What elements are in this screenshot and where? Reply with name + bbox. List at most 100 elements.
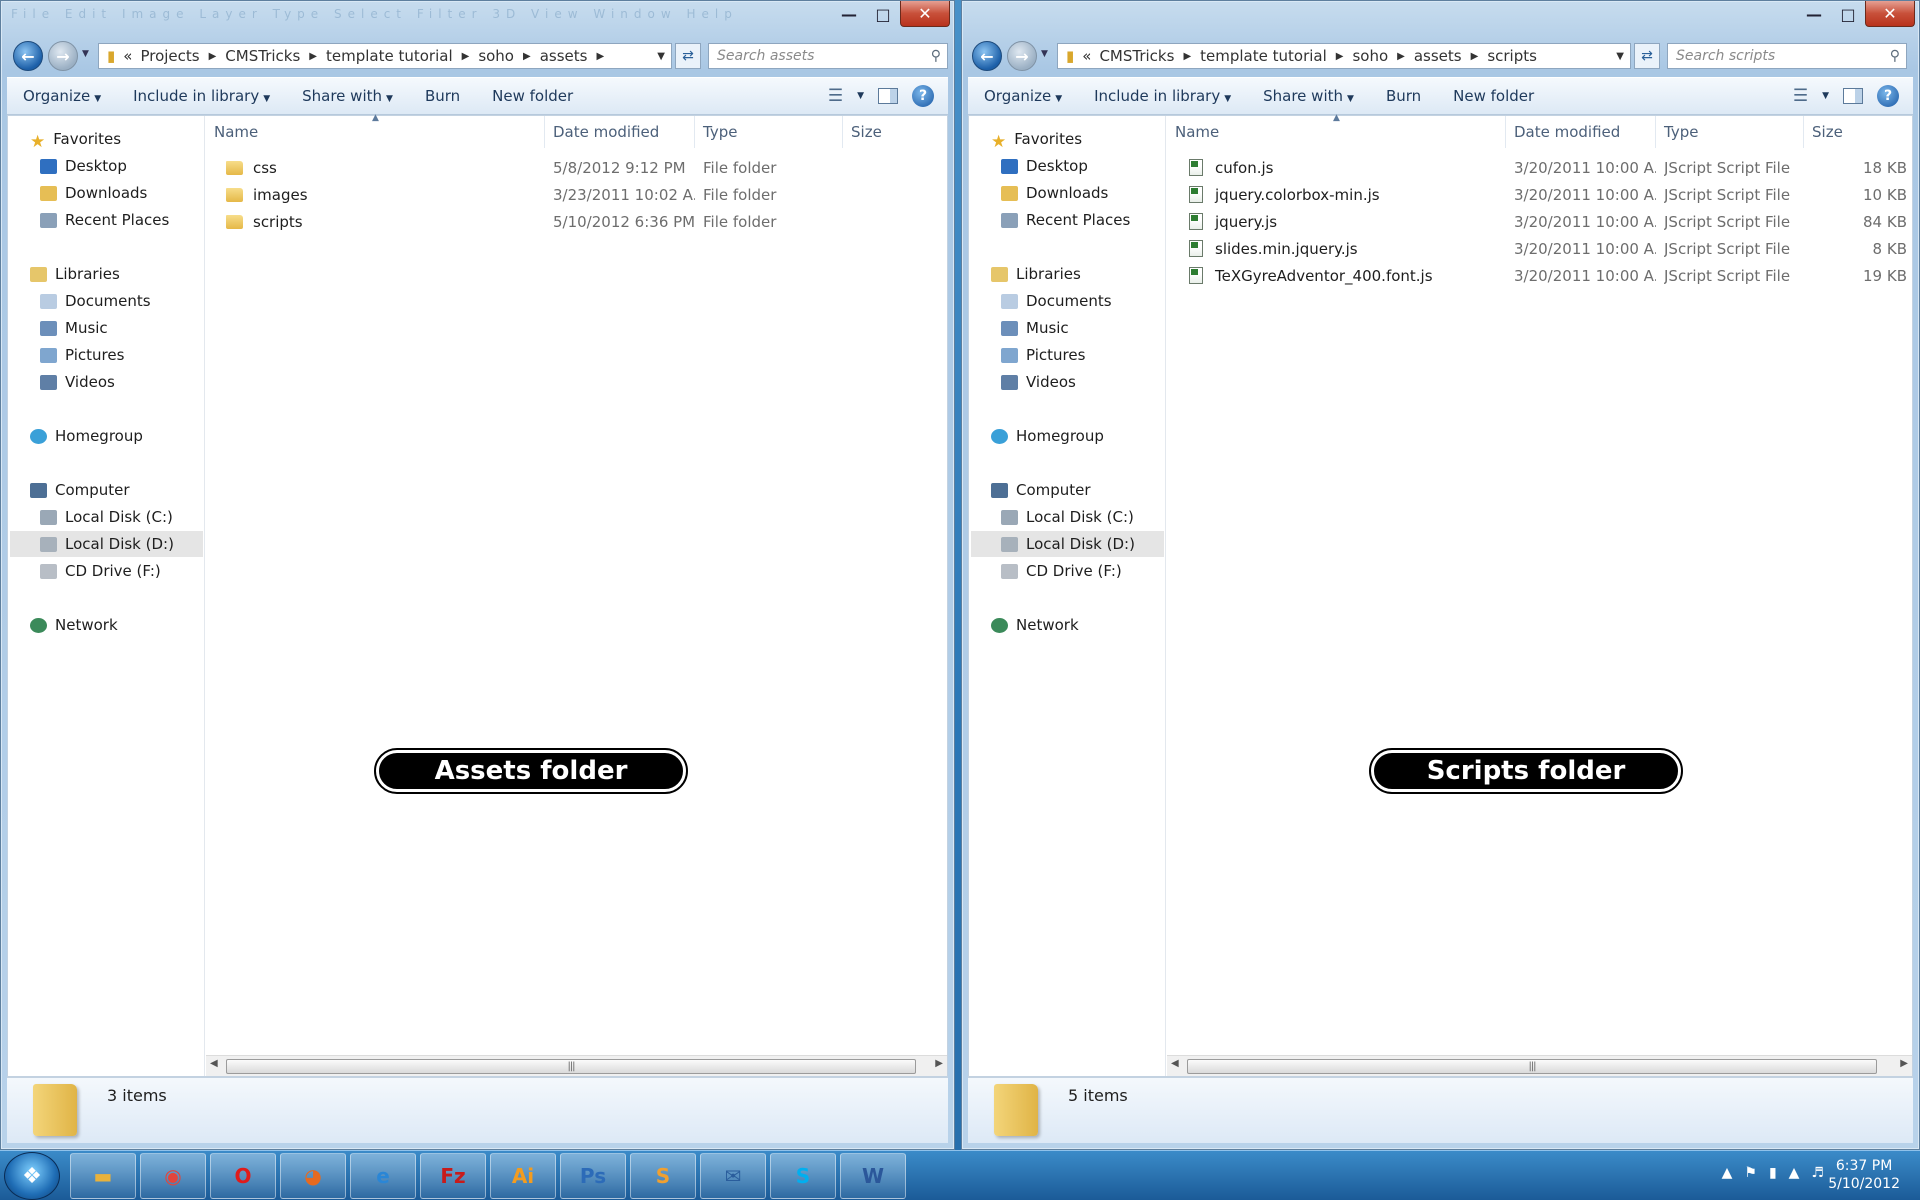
crumb-cmstricks[interactable]: CMSTricks	[1095, 47, 1178, 65]
column-type[interactable]: Type	[695, 116, 843, 148]
share-with-menu[interactable]: Share with ▼	[1247, 87, 1370, 105]
crumb-soho[interactable]: soho	[474, 47, 518, 65]
action-center-flag-icon[interactable]: ⚑	[1744, 1165, 1757, 1181]
nav-local-disk-c[interactable]: Local Disk (C:)	[40, 504, 173, 530]
windows-explorer-taskbar-button[interactable]: ▬	[70, 1153, 136, 1199]
file-row[interactable]: jquery.js 3/20/2011 10:00 A... JScript S…	[1167, 208, 1912, 235]
title-bar[interactable]: File Edit Image Layer Type Select Filter…	[1, 1, 954, 37]
crumb-arrow-icon[interactable]: ▶	[457, 51, 475, 62]
close-button[interactable]: ✕	[900, 1, 950, 27]
burn-button[interactable]: Burn	[409, 87, 476, 105]
crumb-assets[interactable]: assets	[536, 47, 592, 65]
crumb-template-tutorial[interactable]: template tutorial	[1196, 47, 1331, 65]
nav-homegroup[interactable]: Homegroup	[991, 423, 1104, 449]
clock[interactable]: 6:37 PM 5/10/2012	[1828, 1157, 1900, 1193]
include-in-library-menu[interactable]: Include in library ▼	[117, 87, 286, 105]
explorer-window-assets[interactable]: File Edit Image Layer Type Select Filter…	[0, 0, 955, 1150]
crumb-arrow-icon[interactable]: ▶	[1331, 51, 1349, 62]
refresh-button[interactable]: ⇄	[1634, 43, 1660, 69]
filezilla-taskbar-button[interactable]: Fz	[420, 1153, 486, 1199]
nav-pictures[interactable]: Pictures	[40, 342, 124, 368]
opera-taskbar-button[interactable]: O	[210, 1153, 276, 1199]
skype-taskbar-button[interactable]: S	[770, 1153, 836, 1199]
close-button[interactable]: ✕	[1865, 1, 1915, 27]
horizontal-scrollbar[interactable]: ◀ ||| ▶	[1167, 1055, 1912, 1076]
burn-button[interactable]: Burn	[1370, 87, 1437, 105]
view-dropdown-icon[interactable]: ▼	[1822, 91, 1829, 101]
change-view-icon[interactable]: ☰	[828, 86, 843, 106]
nav-cd-drive-f[interactable]: CD Drive (F:)	[40, 558, 161, 584]
help-icon[interactable]: ?	[1877, 85, 1899, 107]
column-type[interactable]: Type	[1656, 116, 1804, 148]
show-hidden-icons-icon[interactable]: ▲	[1722, 1165, 1733, 1181]
change-view-icon[interactable]: ☰	[1793, 86, 1808, 106]
crumb-arrow-icon[interactable]: ▶	[204, 51, 222, 62]
help-icon[interactable]: ?	[912, 85, 934, 107]
thunderbird-taskbar-button[interactable]: ✉	[700, 1153, 766, 1199]
explorer-window-scripts[interactable]: — □ ✕ ← → ▼ ▮ « CMSTricks ▶ template tuto…	[961, 0, 1920, 1150]
search-icon[interactable]: ⚲	[931, 48, 941, 64]
column-date-modified[interactable]: Date modified	[545, 116, 695, 148]
power-icon[interactable]: ▮	[1769, 1165, 1777, 1181]
new-folder-button[interactable]: New folder	[1437, 87, 1550, 105]
nav-recent-places[interactable]: Recent Places	[40, 207, 169, 233]
nav-local-disk-d[interactable]: Local Disk (D:)	[971, 531, 1164, 557]
back-button[interactable]: ←	[13, 41, 43, 71]
nav-favorites[interactable]: ★ Favorites	[30, 126, 121, 152]
nav-libraries[interactable]: Libraries	[991, 261, 1081, 287]
nav-videos[interactable]: Videos	[40, 369, 115, 395]
recent-pages-dropdown[interactable]: ▼	[82, 49, 89, 59]
crumb-arrow-icon[interactable]: ▶	[1178, 51, 1196, 62]
crumb-soho[interactable]: soho	[1348, 47, 1392, 65]
nav-desktop[interactable]: Desktop	[40, 153, 127, 179]
file-row[interactable]: slides.min.jquery.js 3/20/2011 10:00 A..…	[1167, 235, 1912, 262]
address-bar[interactable]: ▮ « CMSTricks ▶ template tutorial ▶ soho ▶ …	[1057, 43, 1631, 69]
file-row[interactable]: cufon.js 3/20/2011 10:00 A... JScript Sc…	[1167, 154, 1912, 181]
nav-local-disk-d[interactable]: Local Disk (D:)	[10, 531, 203, 557]
address-bar[interactable]: ▮ « Projects ▶ CMSTricks ▶ template tutori…	[98, 43, 672, 69]
organize-menu[interactable]: Organize ▼	[7, 87, 117, 105]
preview-pane-icon[interactable]	[878, 88, 898, 104]
search-box[interactable]: Search scripts ⚲	[1667, 43, 1907, 69]
network-signal-icon[interactable]: ▲	[1789, 1165, 1800, 1181]
address-dropdown-icon[interactable]: ▼	[651, 51, 671, 62]
nav-homegroup[interactable]: Homegroup	[30, 423, 143, 449]
minimize-button[interactable]: —	[832, 1, 866, 27]
nav-computer[interactable]: Computer	[30, 477, 130, 503]
nav-computer[interactable]: Computer	[991, 477, 1091, 503]
forward-button[interactable]: →	[48, 41, 78, 71]
column-size[interactable]: Size	[1804, 116, 1914, 148]
nav-local-disk-c[interactable]: Local Disk (C:)	[1001, 504, 1134, 530]
share-with-menu[interactable]: Share with ▼	[286, 87, 409, 105]
organize-menu[interactable]: Organize ▼	[968, 87, 1078, 105]
back-button[interactable]: ←	[972, 41, 1002, 71]
word-taskbar-button[interactable]: W	[840, 1153, 906, 1199]
internet-explorer-taskbar-button[interactable]: e	[350, 1153, 416, 1199]
nav-documents[interactable]: Documents	[40, 288, 151, 314]
nav-libraries[interactable]: Libraries	[30, 261, 120, 287]
address-overflow[interactable]: «	[1078, 47, 1095, 65]
sublime-text-taskbar-button[interactable]: S	[630, 1153, 696, 1199]
file-row[interactable]: TeXGyreAdventor_400.font.js 3/20/2011 10…	[1167, 262, 1912, 289]
nav-recent-places[interactable]: Recent Places	[1001, 207, 1130, 233]
new-folder-button[interactable]: New folder	[476, 87, 589, 105]
file-row[interactable]: scripts 5/10/2012 6:36 PM File folder	[206, 208, 947, 235]
chrome-taskbar-button[interactable]: ◉	[140, 1153, 206, 1199]
nav-cd-drive-f[interactable]: CD Drive (F:)	[1001, 558, 1122, 584]
file-row[interactable]: images 3/23/2011 10:02 A... File folder	[206, 181, 947, 208]
illustrator-taskbar-button[interactable]: Ai	[490, 1153, 556, 1199]
forward-button[interactable]: →	[1007, 41, 1037, 71]
recent-pages-dropdown[interactable]: ▼	[1041, 49, 1048, 59]
search-icon[interactable]: ⚲	[1890, 48, 1900, 64]
search-box[interactable]: Search assets ⚲	[708, 43, 948, 69]
nav-pictures[interactable]: Pictures	[1001, 342, 1085, 368]
preview-pane-icon[interactable]	[1843, 88, 1863, 104]
crumb-projects[interactable]: Projects	[136, 47, 203, 65]
minimize-button[interactable]: —	[1797, 1, 1831, 27]
nav-music[interactable]: Music	[40, 315, 108, 341]
nav-desktop[interactable]: Desktop	[1001, 153, 1088, 179]
title-bar[interactable]: — □ ✕	[962, 1, 1919, 37]
maximize-button[interactable]: □	[1831, 1, 1865, 27]
column-name[interactable]: Name ▲	[1167, 113, 1506, 148]
crumb-template-tutorial[interactable]: template tutorial	[322, 47, 457, 65]
